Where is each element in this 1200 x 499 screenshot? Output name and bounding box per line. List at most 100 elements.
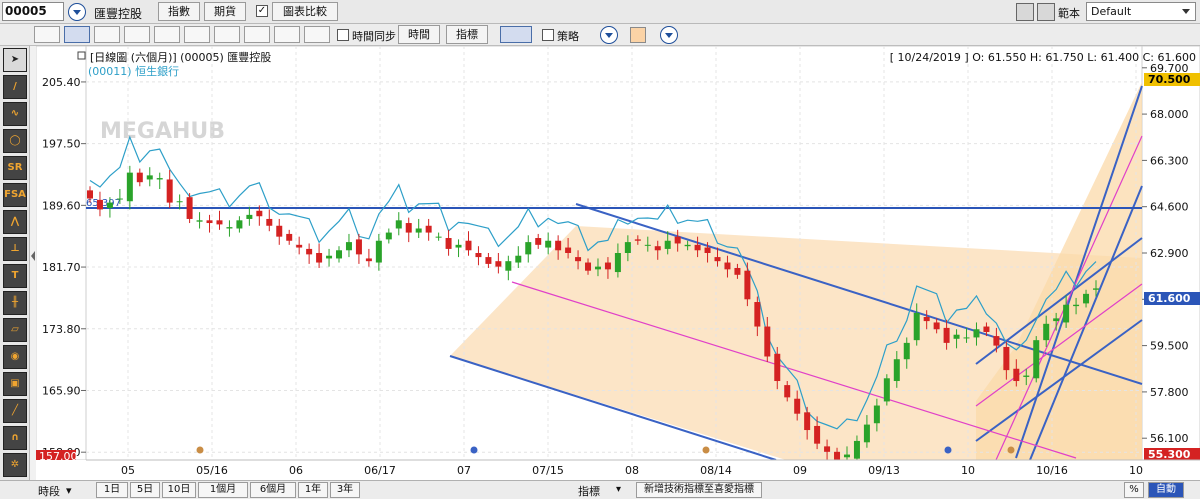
line-chart-icon[interactable] <box>34 26 60 43</box>
candlestick-chart-icon[interactable] <box>64 26 90 43</box>
candle-body <box>176 201 183 203</box>
x-tick-label: 07 <box>457 464 471 477</box>
time-button[interactable]: 時間 <box>398 25 440 44</box>
candle-body <box>953 334 960 339</box>
period-button-3y[interactable]: 3年 <box>330 482 360 498</box>
period-button-1m[interactable]: 1個月 <box>198 482 248 498</box>
hollow-candle-icon[interactable] <box>124 26 150 43</box>
text-tool-icon[interactable]: T <box>3 264 27 288</box>
period-button-5d[interactable]: 5日 <box>130 482 160 498</box>
right-tick-label: 56.100 <box>1150 432 1189 445</box>
candle-body <box>575 257 582 262</box>
fsa-tool-icon[interactable]: FSA <box>3 183 27 207</box>
right-tick-label: 59.500 <box>1150 340 1189 353</box>
ellipse-tool-icon[interactable]: ◯ <box>3 129 27 153</box>
horizontal-level-label: 65.397 <box>86 198 121 209</box>
time-sync-checkbox[interactable] <box>337 29 349 41</box>
candle-body <box>286 233 293 241</box>
bar-pattern-icon[interactable]: ╫ <box>3 291 27 315</box>
futures-button[interactable]: 期貨 <box>204 2 246 21</box>
strategy-checkbox[interactable] <box>542 29 554 41</box>
candle-body <box>614 253 621 273</box>
ohlc-bar-chart-icon[interactable] <box>94 26 120 43</box>
candle-body <box>336 250 343 259</box>
period-button-10d[interactable]: 10日 <box>162 482 196 498</box>
candle-body <box>774 353 781 382</box>
candle-body <box>893 359 900 382</box>
step-chart-icon[interactable] <box>304 26 330 43</box>
period-dropdown-icon[interactable]: ▾ <box>66 484 76 497</box>
candle-body <box>355 239 362 255</box>
indicator-button[interactable]: 指標 <box>446 25 488 44</box>
line-tool-icon[interactable]: / <box>3 75 27 99</box>
right-tick-label: 66.300 <box>1150 154 1189 167</box>
print-icon[interactable] <box>1037 3 1055 21</box>
volume-bar-icon[interactable] <box>274 26 300 43</box>
chart-compare-button[interactable]: 圖表比較 <box>272 2 338 21</box>
x-tick-label: 09/13 <box>868 464 900 477</box>
candle-body <box>923 317 930 322</box>
candle-body <box>883 378 890 402</box>
lock-icon[interactable]: ▣ <box>3 372 27 396</box>
price-chart[interactable]: MEGAHUB 65.397 205.40 197.50 189.60 181.70 1… <box>36 46 1200 480</box>
candle-body <box>754 302 761 327</box>
color-dropdown-icon[interactable] <box>660 26 678 44</box>
candle-body <box>545 240 552 248</box>
candle-body <box>525 242 532 255</box>
eraser-icon[interactable]: ▱ <box>3 318 27 342</box>
pointer-tool-icon[interactable]: ➤ <box>3 48 27 72</box>
add-indicator-button[interactable]: 新增技術指標至喜愛指標 <box>636 482 762 498</box>
template-select[interactable]: Default <box>1086 2 1196 21</box>
kagi-chart-icon[interactable] <box>184 26 210 43</box>
percent-button[interactable]: % <box>1124 482 1144 498</box>
color-swatch[interactable] <box>630 27 646 43</box>
magnet-icon[interactable]: ∩ <box>3 426 27 450</box>
candle-body <box>106 202 113 209</box>
draw-trend-icon[interactable] <box>500 26 532 43</box>
fan-tool-icon[interactable]: ⋀ <box>3 210 27 234</box>
period-button-6m[interactable]: 6個月 <box>250 482 296 498</box>
candle-body <box>236 220 243 229</box>
candle-body <box>425 225 432 233</box>
candle-body <box>186 197 193 219</box>
x-tick-label: 08 <box>625 464 639 477</box>
dividend-marker[interactable] <box>196 446 204 454</box>
eye-icon[interactable]: ◉ <box>3 345 27 369</box>
index-button[interactable]: 指數 <box>158 2 200 21</box>
support-resistance-icon[interactable]: SR <box>3 156 27 180</box>
settings-icon[interactable]: ✲ <box>3 453 27 477</box>
candle-body <box>853 440 860 459</box>
candle-body <box>395 220 402 229</box>
three-line-break-icon[interactable] <box>244 26 270 43</box>
candle-body <box>674 236 681 244</box>
x-tick-label: 05 <box>121 464 135 477</box>
strategy-dropdown-icon[interactable] <box>600 26 618 44</box>
x-tick-label: 06/17 <box>364 464 396 477</box>
event-marker[interactable] <box>944 446 952 454</box>
dividend-marker[interactable] <box>702 446 710 454</box>
right-tick-label: 64.600 <box>1150 201 1189 214</box>
candle-body <box>326 255 333 259</box>
x-tick-label: 10 <box>1129 464 1143 477</box>
renko-chart-icon[interactable] <box>214 26 240 43</box>
bottom-toolbar: 時段 ▾ 1日 5日 10日 1個月 6個月 1年 3年 指標 ▾ 新增技術指標… <box>0 480 1200 499</box>
event-marker[interactable] <box>470 446 478 454</box>
ruler-tool-icon[interactable]: ⊥ <box>3 237 27 261</box>
point-figure-icon[interactable] <box>154 26 180 43</box>
fibonacci-arc-icon[interactable]: ∿ <box>3 102 27 126</box>
candle-body <box>146 175 153 180</box>
indicator-dropdown-icon[interactable]: ▾ <box>616 484 621 495</box>
candle-body <box>345 242 352 251</box>
stock-code-input[interactable]: 00005 <box>2 2 64 21</box>
stock-dropdown-icon[interactable] <box>68 3 86 21</box>
x-tick-label: 05/16 <box>196 464 228 477</box>
candle-body <box>405 223 412 233</box>
auto-button[interactable]: 自動 <box>1148 482 1184 498</box>
x-tick-label: 06 <box>289 464 303 477</box>
period-button-1d[interactable]: 1日 <box>96 482 128 498</box>
save-icon[interactable] <box>1016 3 1034 21</box>
dividend-marker[interactable] <box>1007 446 1015 454</box>
compare-checkbox[interactable]: ✓ <box>256 5 268 17</box>
clear-drawings-icon[interactable]: ╱ <box>3 399 27 423</box>
period-button-1y[interactable]: 1年 <box>298 482 328 498</box>
